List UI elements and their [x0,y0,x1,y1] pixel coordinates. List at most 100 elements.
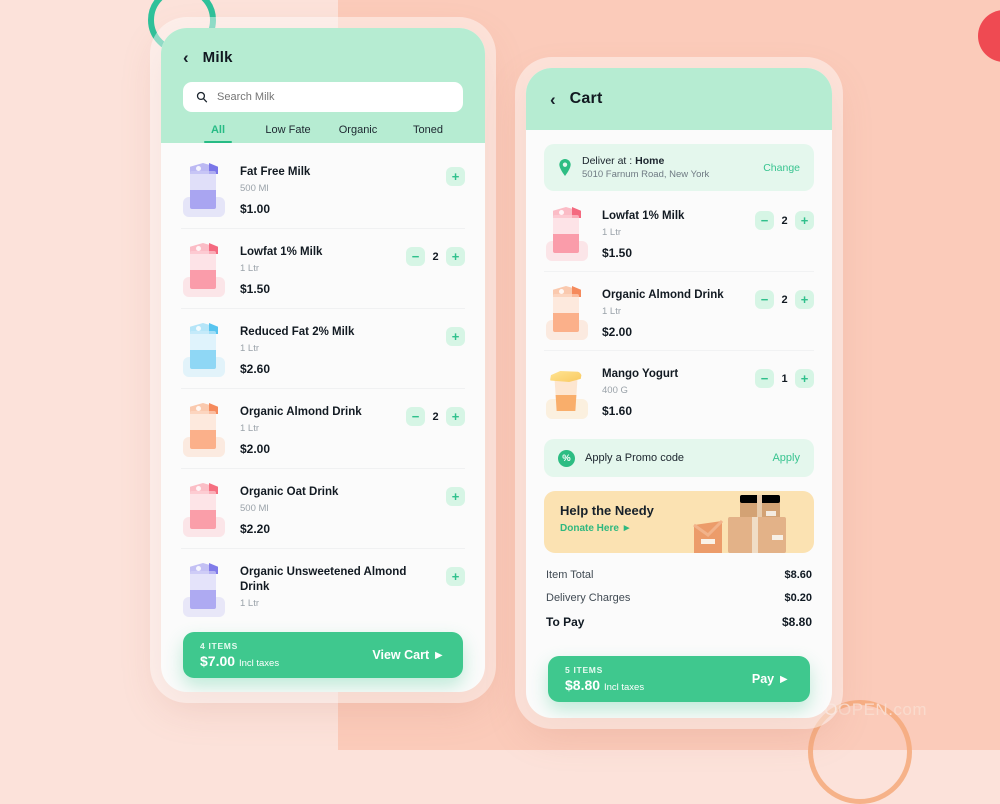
summary-value: $8.60 [784,569,812,581]
decrease-quantity-button[interactable]: − [755,211,774,230]
pay-button[interactable]: Pay ► [752,672,790,686]
address-line: 5010 Farnum Road, New York [582,169,710,180]
quantity-value: 1 [781,372,788,385]
cart-item-name: Lowfat 1% Milk [602,210,685,222]
watermark-text: TOOOPEN.com [800,700,928,719]
product-size: 1 Ltr [240,342,260,354]
view-cart-bar[interactable]: 4 ITEMS $7.00 Incl taxes View Cart ► [183,632,463,678]
search-bar[interactable] [183,82,463,112]
view-cart-button[interactable]: View Cart ► [372,648,445,662]
cart-row[interactable]: Organic Almond Drink 1 Ltr $2.00 − 2 + [544,271,814,350]
catalog-phone-screen: ‹ Milk All Low Fate Organic Toned [161,28,485,692]
product-price: $2.00 [240,441,271,456]
increase-quantity-button[interactable]: + [795,290,814,309]
summary-label: Delivery Charges [546,592,631,604]
product-list: Fat Free Milk 500 Ml $1.00 + Lowfat 1% M… [161,143,485,628]
cart-row[interactable]: Lowfat 1% Milk 1 Ltr $1.50 − 2 + [544,193,814,271]
quantity-value: 2 [781,214,788,227]
catalog-header: ‹ Milk All Low Fate Organic Toned [161,28,485,143]
page-title: Milk [202,48,233,66]
add-to-cart-button[interactable]: + [446,567,465,586]
increase-quantity-button[interactable]: + [795,369,814,388]
product-size: 500 Ml [240,502,269,514]
cart-phone-screen: ‹ Cart Deliver at : Home 5010 Farnum Roa… [526,68,832,718]
cart-item-price: $1.50 [602,245,633,260]
decrease-quantity-button[interactable]: − [406,247,425,266]
pay-total-amount: $8.80 [565,677,601,693]
quantity-stepper: − 2 + [406,407,465,426]
milk-carton-icon [544,284,590,340]
product-row[interactable]: Organic Almond Drink 1 Ltr $2.00 − 2 + [181,389,465,469]
location-pin-icon [559,159,571,176]
percent-icon: % [558,449,575,467]
milk-carton-icon [181,321,227,377]
add-to-cart-button[interactable]: + [446,327,465,346]
milk-carton-icon [181,161,227,217]
cart-header: ‹ Cart [526,68,832,130]
tab-all[interactable]: All [183,124,253,143]
quantity-stepper: − 1 + [755,369,814,388]
increase-quantity-button[interactable]: + [446,247,465,266]
increase-quantity-button[interactable]: + [795,211,814,230]
play-triangle-icon: ► [777,672,790,686]
category-tabs: All Low Fate Organic Toned [183,124,463,143]
product-row[interactable]: Organic Unsweetened Almond Drink 1 Ltr + [181,549,465,628]
summary-value: $0.20 [784,592,812,604]
product-row[interactable]: Lowfat 1% Milk 1 Ltr $1.50 − 2 + [181,229,465,309]
tab-organic[interactable]: Organic [323,124,393,143]
add-to-cart-button[interactable]: + [446,167,465,186]
decrease-quantity-button[interactable]: − [406,407,425,426]
delivery-address-card: Deliver at : Home 5010 Farnum Road, New … [544,144,814,191]
quantity-value: 2 [432,250,439,263]
pay-tax-note: Incl taxes [603,682,645,693]
product-name: Organic Oat Drink [240,486,339,498]
pay-bar[interactable]: 5 ITEMS $8.80 Incl taxes Pay ► [548,656,810,702]
cart-row[interactable]: Mango Yogurt 400 G $1.60 − 1 + [544,350,814,429]
play-triangle-icon: ► [621,523,632,534]
product-size: 1 Ltr [240,597,260,609]
quantity-value: 2 [781,293,788,306]
quantity-stepper: − 2 + [755,211,814,230]
tab-toned[interactable]: Toned [393,124,463,143]
quantity-stepper: − 2 + [755,290,814,309]
donation-banner[interactable]: Help the Needy Donate Here ► [544,491,814,553]
cart-item-list: Lowfat 1% Milk 1 Ltr $1.50 − 2 + Organic… [526,191,832,429]
tab-low-fate[interactable]: Low Fate [253,124,323,143]
play-triangle-icon: ► [432,648,445,662]
chevron-left-icon[interactable]: ‹ [183,49,189,66]
cart-item-name: Organic Almond Drink [602,289,724,301]
view-cart-label: View Cart [372,648,430,662]
chevron-left-icon[interactable]: ‹ [550,91,556,108]
product-name: Reduced Fat 2% Milk [240,326,355,338]
decrease-quantity-button[interactable]: − [755,369,774,388]
change-address-button[interactable]: Change [763,162,800,174]
cart-tax-note: Incl taxes [238,658,280,669]
decrease-quantity-button[interactable]: − [755,290,774,309]
cart-item-size: 1 Ltr [602,305,622,317]
add-to-cart-button[interactable]: + [446,487,465,506]
apply-promo-button[interactable]: Apply [772,452,800,464]
address-type: Home [635,155,665,167]
promo-code-bar[interactable]: % Apply a Promo code Apply [544,439,814,477]
search-input[interactable] [217,91,450,103]
milk-carton-icon [181,241,227,297]
product-row[interactable]: Reduced Fat 2% Milk 1 Ltr $2.60 + [181,309,465,389]
product-price: $2.60 [240,361,271,376]
summary-row: Delivery Charges $0.20 [546,592,812,604]
address-label: Deliver at : [582,155,636,167]
product-size: 500 Ml [240,182,269,194]
product-row[interactable]: Organic Oat Drink 500 Ml $2.20 + [181,469,465,549]
milk-carton-icon [181,561,227,617]
cart-total-amount: $7.00 [200,653,236,669]
summary-row-total: To Pay $8.80 [546,615,812,629]
cart-title: Cart [569,90,603,107]
summary-label: Item Total [546,569,594,581]
search-icon [196,91,208,103]
product-row[interactable]: Fat Free Milk 500 Ml $1.00 + [181,149,465,229]
yogurt-cup-icon [544,363,590,419]
cart-item-count: 4 ITEMS [200,641,238,651]
increase-quantity-button[interactable]: + [446,407,465,426]
product-name: Organic Almond Drink [240,406,362,418]
pay-label: Pay [751,672,775,686]
cart-item-name: Mango Yogurt [602,368,679,380]
